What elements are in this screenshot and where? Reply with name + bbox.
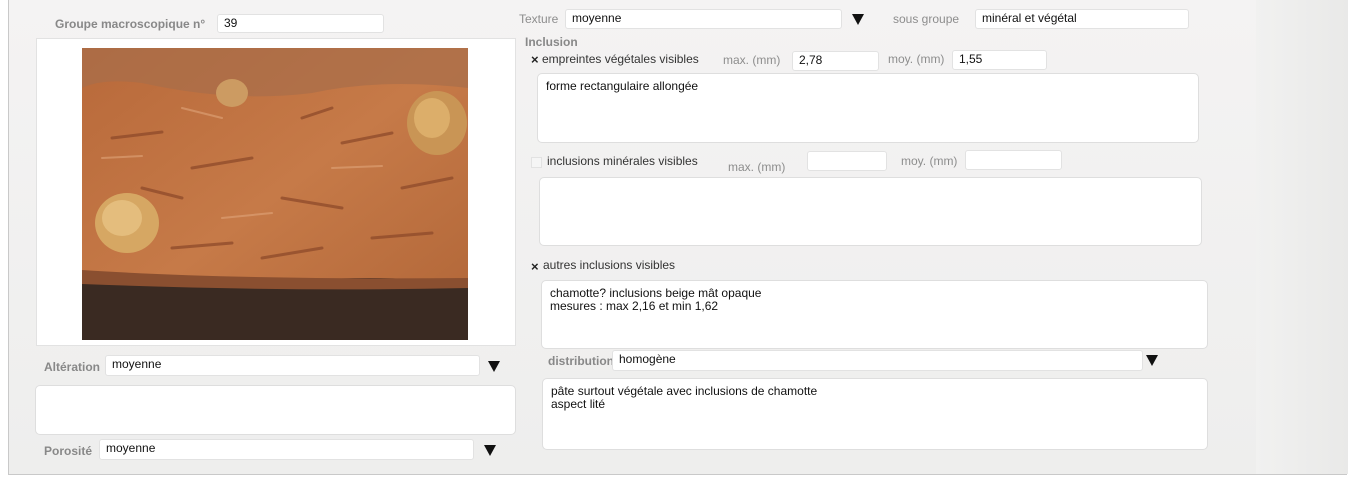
empreintes-max-label: max. (mm) — [723, 53, 781, 67]
minerales-max-label: max. (mm) — [728, 160, 786, 174]
porosite-label: Porosité — [44, 444, 93, 458]
alteration-notes[interactable] — [35, 385, 516, 435]
autres-notes[interactable]: chamotte? inclusions beige mât opaque me… — [541, 280, 1208, 349]
autres-label: autres inclusions visibles — [543, 258, 676, 272]
groupe-number-field[interactable]: 39 — [217, 14, 384, 33]
sample-photo — [82, 48, 468, 340]
sous-groupe-label: sous groupe — [893, 12, 960, 26]
texture-select[interactable]: moyenne — [565, 9, 842, 29]
empreintes-label: empreintes végétales visibles — [542, 52, 699, 66]
minerales-label: inclusions minérales visibles — [547, 154, 698, 168]
empreintes-checkbox[interactable]: × — [531, 53, 539, 67]
sample-photo-image — [82, 48, 468, 340]
alteration-select[interactable]: moyenne — [105, 355, 480, 376]
distribution-select[interactable]: homogène — [612, 350, 1143, 371]
empreintes-moy-label: moy. (mm) — [888, 52, 945, 66]
sous-groupe-field[interactable]: minéral et végétal — [975, 9, 1189, 29]
autres-checkbox[interactable]: × — [531, 260, 539, 274]
empreintes-max-field[interactable]: 2,78 — [792, 51, 879, 71]
right-background-strip — [1256, 0, 1348, 474]
distribution-dropdown-icon[interactable] — [1146, 355, 1158, 366]
empreintes-notes[interactable]: forme rectangulaire allongée — [537, 73, 1199, 143]
porosite-select[interactable]: moyenne — [99, 439, 474, 460]
groupe-label: Groupe macroscopique n° — [55, 17, 206, 31]
minerales-max-field[interactable] — [807, 151, 887, 171]
minerales-notes[interactable] — [539, 177, 1202, 246]
minerales-moy-label: moy. (mm) — [901, 154, 958, 168]
alteration-dropdown-icon[interactable] — [488, 361, 500, 372]
texture-label: Texture — [519, 12, 559, 26]
macroscopic-group-form: Groupe macroscopique n° 39 Altération mo… — [8, 0, 1348, 475]
texture-dropdown-icon[interactable] — [852, 14, 864, 25]
alteration-label: Altération — [44, 360, 101, 374]
commentaire-notes[interactable]: pâte surtout végétale avec inclusions de… — [542, 378, 1208, 450]
distribution-label: distribution — [548, 354, 614, 368]
minerales-moy-field[interactable] — [965, 150, 1062, 170]
empreintes-moy-field[interactable]: 1,55 — [952, 50, 1047, 70]
inclusion-title: Inclusion — [525, 35, 578, 49]
porosite-dropdown-icon[interactable] — [484, 445, 496, 456]
minerales-checkbox[interactable] — [531, 157, 542, 168]
